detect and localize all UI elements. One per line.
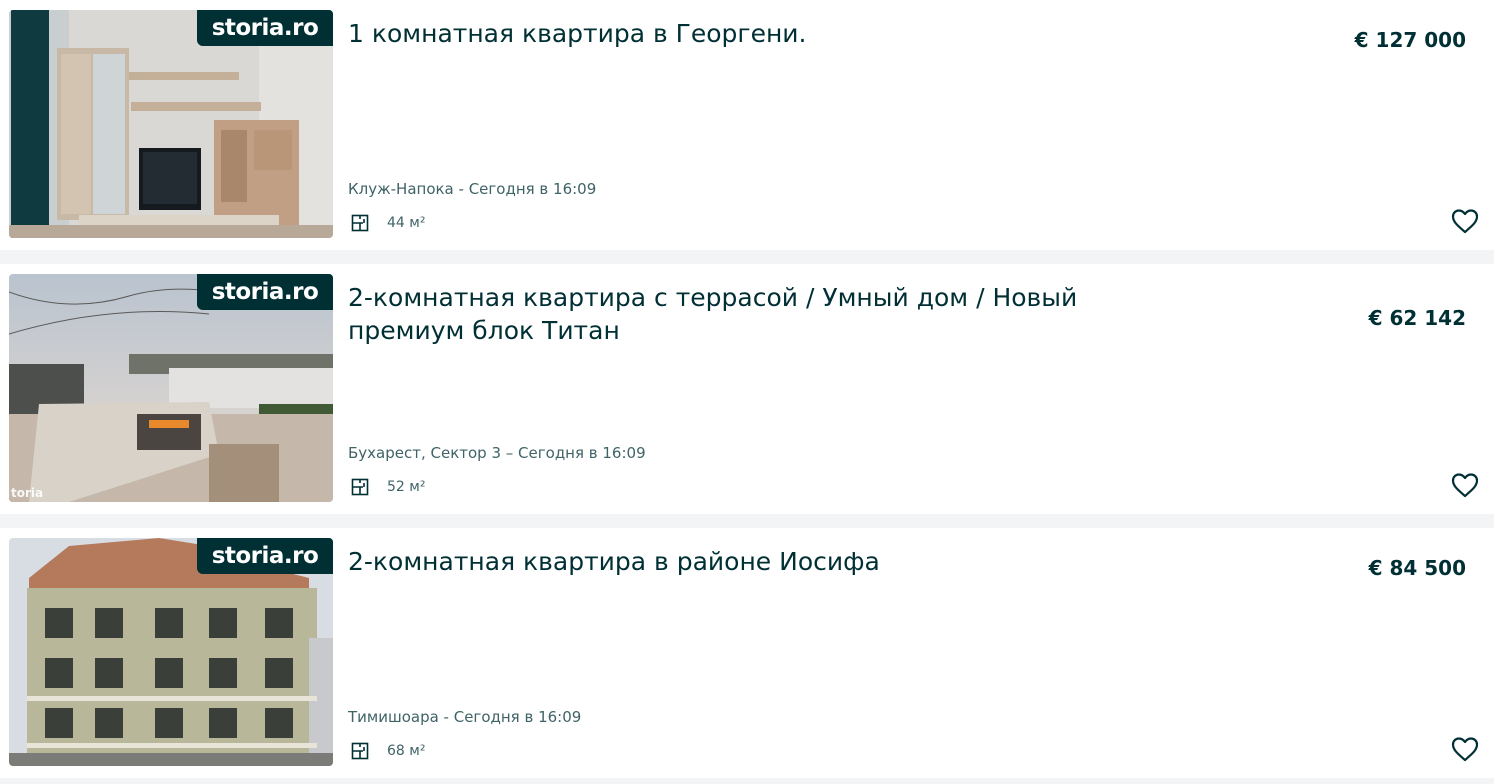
listing-location: Бухарест, Сектор 3 – Сегодня в 16:09 [348, 444, 646, 462]
listing-area: 68 м² [348, 742, 425, 760]
listing-photo[interactable]: storia.ro [9, 538, 333, 766]
area-value: 52 м² [387, 479, 426, 495]
heart-outline-icon[interactable] [1450, 734, 1480, 764]
listing-list: storia.ro 1 комнатная квартира в Георген… [0, 0, 1494, 784]
listing-title[interactable]: 2-комнатная квартира в районе Иосифа [348, 545, 1188, 578]
listing-card[interactable]: storia.ro 1 комнатная квартира в Георген… [0, 0, 1494, 250]
storia-logo: storia.ro [197, 538, 333, 574]
listing-price: € 127 000 [1354, 28, 1466, 52]
listing-location: Тимишоара - Сегодня в 16:09 [348, 708, 582, 726]
listing-area: 52 м² [348, 478, 425, 496]
listing-photo[interactable]: storia.ro toria [9, 274, 333, 502]
storia-logo: storia.ro [197, 274, 333, 310]
listing-location: Клуж-Напока - Сегодня в 16:09 [348, 180, 597, 198]
heart-outline-icon[interactable] [1450, 470, 1480, 500]
listing-title[interactable]: 2-комнатная квартира с террасой / Умный … [348, 281, 1188, 347]
listing-area: 44 м² [348, 214, 425, 232]
listing-price: € 84 500 [1368, 556, 1466, 580]
floor-plan-icon [351, 478, 369, 496]
storia-watermark: toria [11, 486, 44, 500]
area-value: 68 м² [387, 743, 426, 759]
listing-card[interactable]: storia.ro toria 2-комнатная квартира с т… [0, 264, 1494, 514]
listing-price: € 62 142 [1368, 306, 1466, 330]
area-value: 44 м² [387, 215, 426, 231]
listing-photo[interactable]: storia.ro [9, 10, 333, 238]
storia-logo: storia.ro [197, 10, 333, 46]
listing-card[interactable]: storia.ro 2-комнатная квартира в районе … [0, 528, 1494, 778]
heart-outline-icon[interactable] [1450, 206, 1480, 236]
listing-title[interactable]: 1 комнатная квартира в Георгени. [348, 17, 1188, 50]
floor-plan-icon [351, 214, 369, 232]
floor-plan-icon [351, 742, 369, 760]
